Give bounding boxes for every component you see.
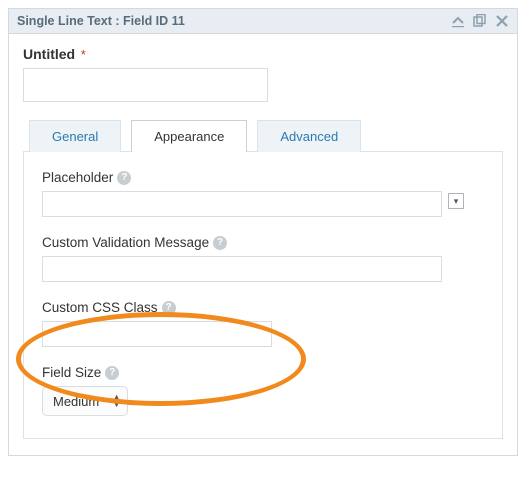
field-size-label: Field Size [42,365,101,380]
tab-bar: General Appearance Advanced [29,120,503,152]
help-icon[interactable]: ? [117,171,131,185]
tab-general[interactable]: General [29,120,121,152]
help-icon[interactable]: ? [105,366,119,380]
custom-validation-label: Custom Validation Message [42,235,209,250]
help-icon[interactable]: ? [162,301,176,315]
custom-css-row: Custom CSS Class ? [42,300,484,347]
panel-header: Single Line Text : Field ID 11 [9,9,517,34]
merge-tag-button[interactable]: ▾ [448,193,464,209]
field-preview-input[interactable] [23,68,268,102]
custom-validation-input[interactable] [42,256,442,282]
field-panel: Single Line Text : Field ID 11 Untitled … [8,8,518,456]
custom-css-label: Custom CSS Class [42,300,158,315]
select-arrows-icon: ▲▼ [112,394,121,408]
tab-panel-appearance: Placeholder ? ▾ Custom Validation Messag… [23,151,503,439]
panel-title: Single Line Text : Field ID 11 [17,14,451,28]
field-size-row: Field Size ? Medium ▲▼ [42,365,484,416]
close-icon[interactable] [495,14,509,28]
tab-advanced[interactable]: Advanced [257,120,361,152]
custom-validation-row: Custom Validation Message ? [42,235,484,282]
duplicate-icon[interactable] [473,14,487,28]
help-icon[interactable]: ? [213,236,227,250]
custom-css-input[interactable] [42,321,272,347]
panel-body: Untitled * General Appearance Advanced P… [9,34,517,455]
field-label: Untitled [23,46,75,62]
placeholder-row: Placeholder ? ▾ [42,170,484,217]
field-size-value: Medium [53,394,99,409]
field-label-row: Untitled * [23,46,503,62]
placeholder-input[interactable] [42,191,442,217]
collapse-icon[interactable] [451,14,465,28]
placeholder-label: Placeholder [42,170,113,185]
required-marker: * [81,47,86,62]
field-size-select[interactable]: Medium ▲▼ [42,386,128,416]
tab-appearance[interactable]: Appearance [131,120,247,152]
settings-tabs: General Appearance Advanced Placeholder … [23,120,503,439]
